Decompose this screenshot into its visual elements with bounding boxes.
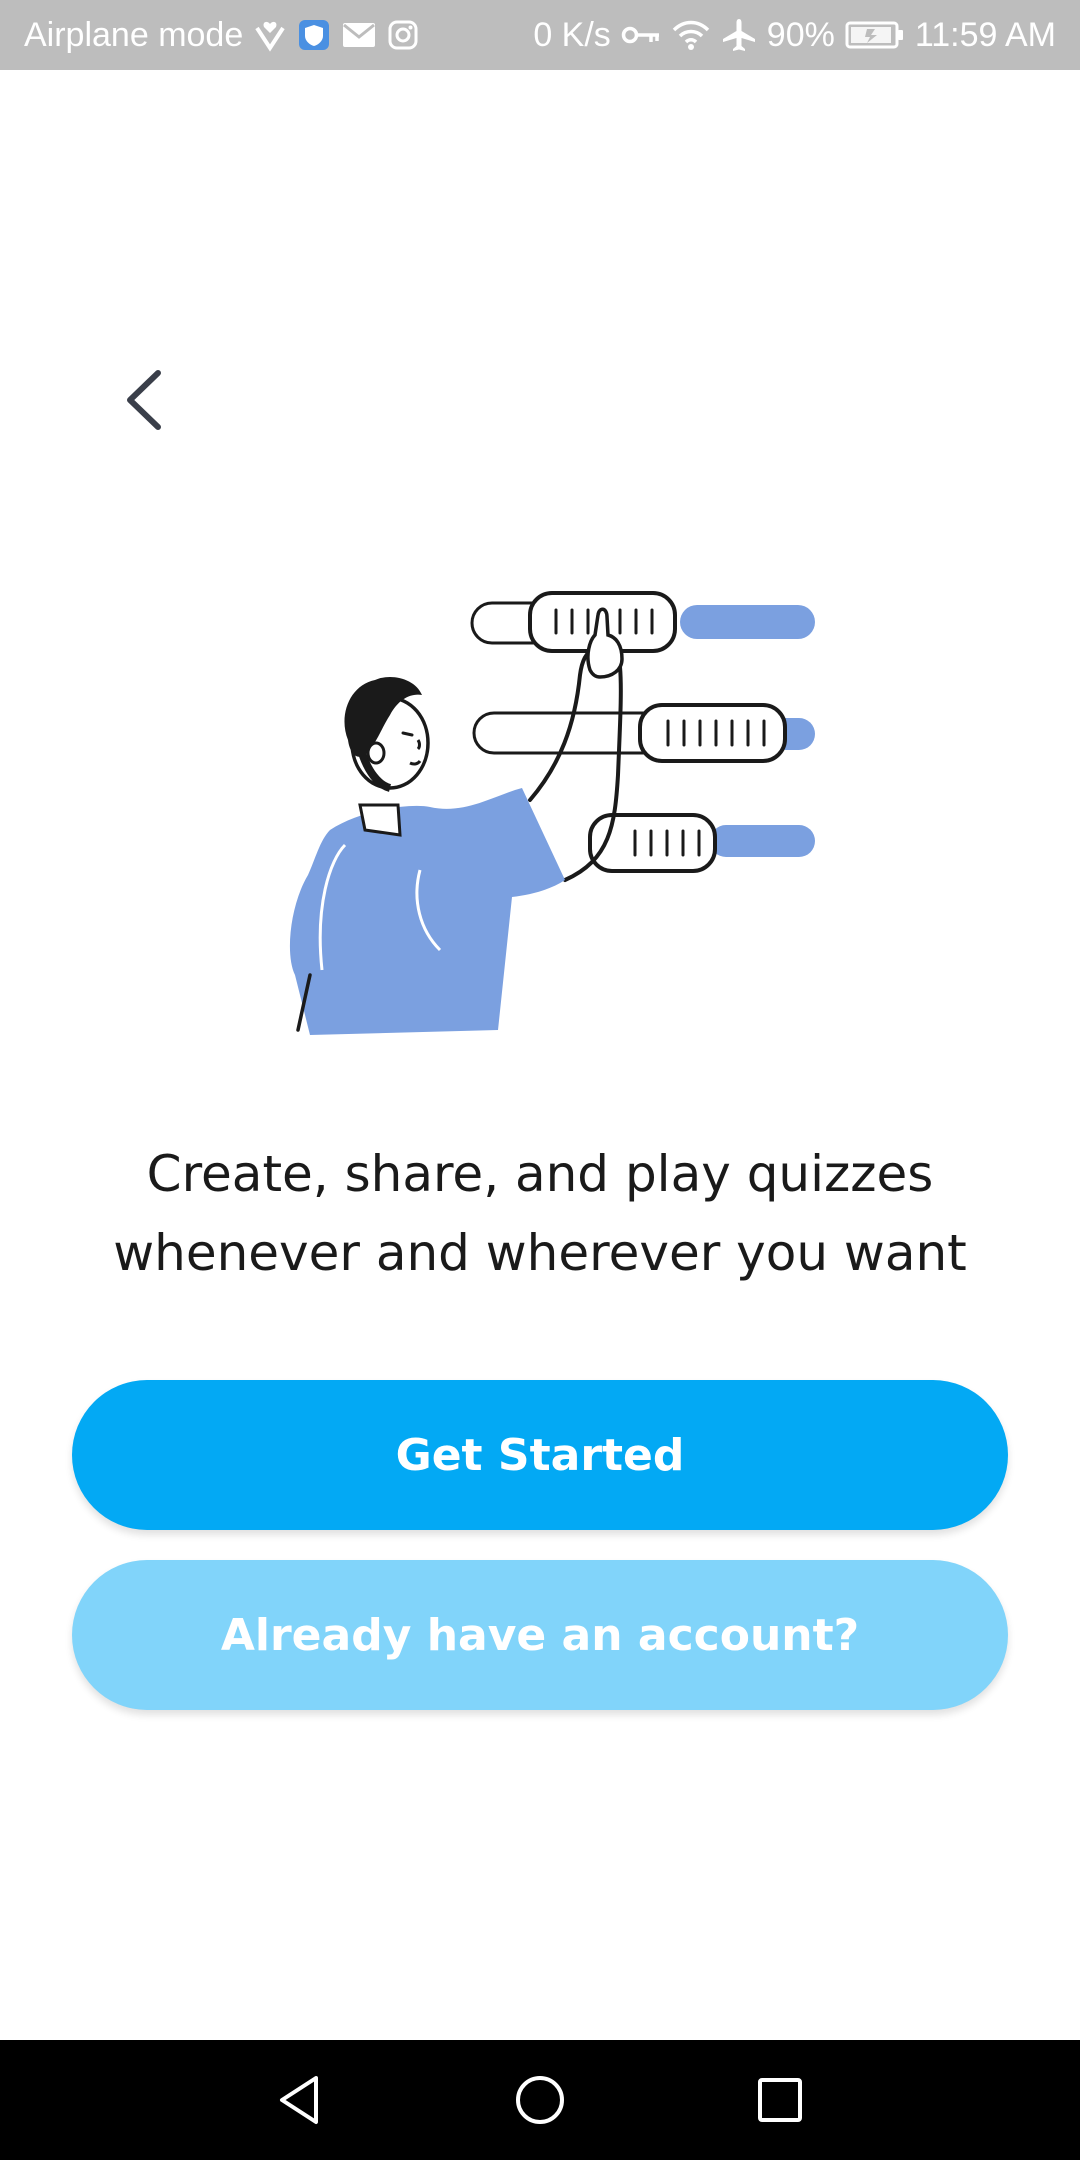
airplane-icon (721, 15, 757, 55)
slider-illustration-1 (470, 591, 815, 653)
home-circle-icon (516, 2076, 564, 2124)
battery-percent: 90% (766, 15, 835, 54)
nav-recents-button[interactable] (740, 2060, 820, 2140)
navigation-bar (0, 2040, 1080, 2160)
mail-icon (341, 15, 377, 55)
nav-home-button[interactable] (500, 2060, 580, 2140)
get-started-button[interactable]: Get Started (72, 1380, 1008, 1530)
network-speed: 0 K/s (533, 15, 611, 54)
headline: Create, share, and play quizzes whenever… (60, 1135, 1020, 1293)
person-adjusting-sliders-illustration (250, 575, 830, 1045)
status-right: 0 K/s 90% 11:59 AM (533, 0, 1056, 70)
nav-back-button[interactable] (260, 2060, 340, 2140)
check-heart-icon (253, 15, 287, 55)
status-left: Airplane mode (24, 0, 419, 70)
status-bar: Airplane mode 0 K/s 90% 11:59 AM (0, 0, 1080, 70)
clock: 11:59 AM (914, 15, 1056, 54)
headline-line-1: Create, share, and play quizzes (146, 1145, 934, 1203)
slider-illustration-2 (472, 703, 815, 763)
slider-illustration-3 (588, 813, 815, 873)
instagram-icon (387, 15, 419, 55)
back-button[interactable] (110, 360, 180, 440)
battery-icon (845, 15, 905, 55)
already-have-account-button[interactable]: Already have an account? (72, 1560, 1008, 1710)
recents-square-icon (758, 2078, 802, 2122)
shield-icon (297, 15, 331, 55)
chevron-left-icon (127, 370, 161, 430)
airplane-mode-label: Airplane mode (24, 15, 244, 54)
key-icon (621, 15, 661, 55)
back-triangle-icon (280, 2076, 318, 2124)
wifi-icon (671, 15, 711, 55)
headline-line-2: whenever and wherever you want (113, 1224, 967, 1282)
